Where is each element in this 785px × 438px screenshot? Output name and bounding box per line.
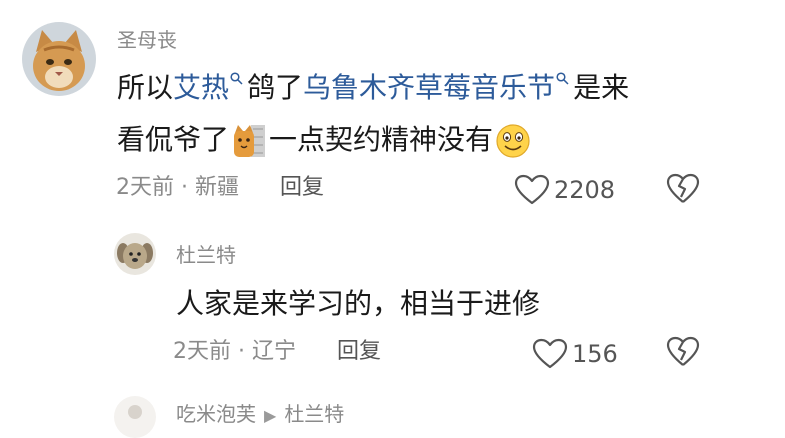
play-triangle-icon: ▶ — [264, 406, 277, 425]
user-avatar-icon — [114, 396, 156, 438]
comment-location: 新疆 — [195, 175, 240, 200]
topic-link[interactable]: 艾热 — [173, 71, 229, 104]
text-segment: 鸽了 — [247, 71, 304, 104]
comment-username[interactable]: 杜兰特 — [176, 243, 236, 267]
like-button[interactable]: 2208 — [514, 174, 615, 206]
dog-avatar-icon — [114, 233, 156, 275]
broken-heart-icon — [666, 173, 700, 203]
smile-emoji-icon — [496, 124, 530, 158]
avatar[interactable] — [114, 233, 156, 275]
cat-emoji-icon — [234, 125, 266, 157]
text-segment: 一点契约精神没有 — [269, 123, 494, 156]
heart-icon — [532, 338, 568, 369]
reply-button[interactable]: 回复 — [337, 339, 381, 364]
comment-meta: 2天前 · 新疆 回复 — [116, 174, 324, 202]
comment-meta: 2天前 · 辽宁 回复 — [173, 338, 381, 366]
text-segment: 所以 — [117, 71, 174, 104]
comment-time: 2天前 — [116, 175, 174, 200]
like-button[interactable]: 156 — [532, 338, 618, 370]
text-segment: 看侃爷了 — [117, 123, 230, 156]
cat-avatar-icon — [22, 22, 96, 96]
comment-time: 2天前 — [173, 339, 231, 364]
broken-heart-icon — [666, 336, 700, 366]
comment-text: 人家是来学习的，相当于进修 — [176, 287, 541, 320]
topic-link[interactable]: 乌鲁木齐草莓音乐节 — [303, 71, 555, 104]
search-icon[interactable] — [556, 72, 569, 85]
text-segment: 是来 — [573, 71, 630, 104]
avatar[interactable] — [114, 396, 156, 438]
like-count: 156 — [572, 340, 618, 368]
comment-username[interactable]: 吃米泡芙 — [176, 402, 256, 426]
reply-button[interactable]: 回复 — [280, 175, 324, 200]
reply-target-user[interactable]: 杜兰特 — [284, 402, 344, 426]
comment-text: 所以艾热 鸽了乌鲁木齐草莓音乐节 是来 看侃爷了 一点契约精神没有 — [117, 62, 717, 166]
dislike-button[interactable] — [666, 336, 700, 372]
heart-icon — [514, 174, 550, 205]
comment-username-row: 吃米泡芙 ▶ 杜兰特 — [176, 402, 344, 428]
comment-location: 辽宁 — [252, 339, 297, 364]
avatar[interactable] — [22, 22, 96, 96]
dislike-button[interactable] — [666, 173, 700, 209]
like-count: 2208 — [554, 176, 616, 204]
meta-separator: · — [238, 339, 245, 364]
meta-separator: · — [181, 175, 188, 200]
search-icon[interactable] — [230, 72, 243, 85]
comment-username[interactable]: 圣母丧 — [117, 28, 177, 52]
